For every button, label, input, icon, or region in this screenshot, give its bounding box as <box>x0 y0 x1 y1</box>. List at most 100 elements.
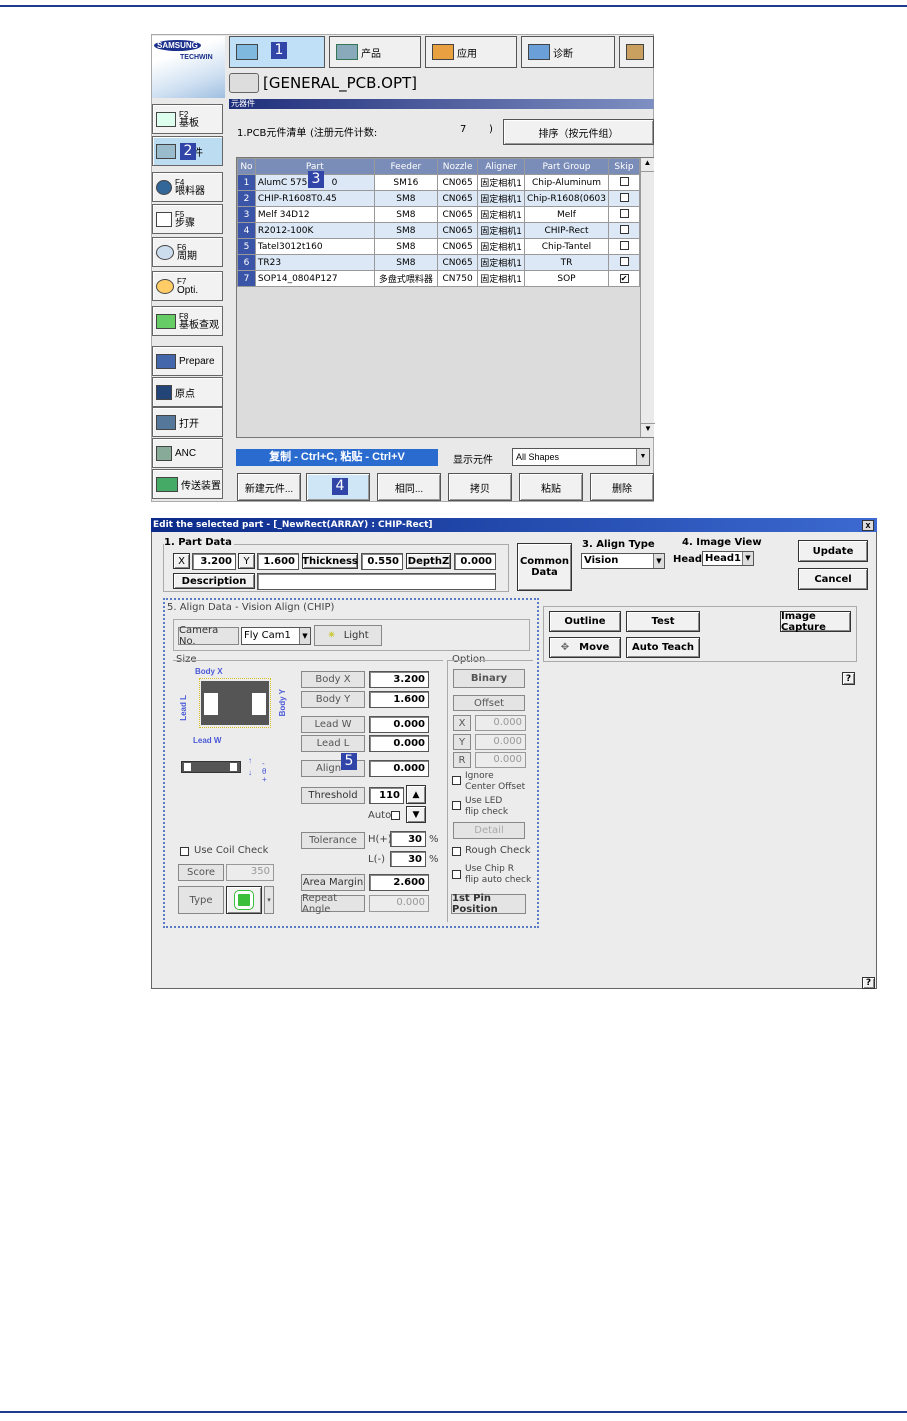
col-feeder[interactable]: Feeder <box>373 158 439 175</box>
scroll-up-icon[interactable]: ▲ <box>641 158 654 172</box>
table-row[interactable]: 2 CHIP-R1608T0.45 SM8 CN065 固定相机1 Chip-R… <box>237 190 640 207</box>
sidebar-item-board-view[interactable]: F8 基板查观 <box>152 306 223 336</box>
x-input[interactable]: 3.200 <box>192 553 236 570</box>
same-button[interactable]: 相同... <box>377 473 441 501</box>
test-button[interactable]: Test <box>626 611 700 632</box>
ignore-center-offset-checkbox[interactable] <box>452 776 461 785</box>
help-icon[interactable]: ? <box>842 672 855 685</box>
head-select[interactable]: Head1 ▼ <box>702 551 754 566</box>
skip-checkbox[interactable] <box>619 208 629 218</box>
skip-checkbox[interactable] <box>619 256 629 266</box>
l-minus-input[interactable]: 30 <box>390 851 426 867</box>
y-input[interactable]: 1.600 <box>257 553 299 570</box>
skip-checkbox[interactable] <box>619 176 629 186</box>
col-aligner[interactable]: Aligner <box>477 158 525 175</box>
align-type-select[interactable]: Vision ▼ <box>581 553 665 569</box>
tab-tools[interactable] <box>619 36 654 68</box>
dropdown-arrow-icon[interactable]: ▼ <box>742 552 753 565</box>
common-data-button[interactable]: Common Data <box>517 543 572 591</box>
col-no[interactable]: No <box>237 158 256 175</box>
type-dropdown-icon[interactable]: ▾ <box>264 886 274 914</box>
image-capture-button[interactable]: Image Capture <box>780 611 851 633</box>
sidebar-item-cycle[interactable]: F6 周期 <box>152 237 223 267</box>
skip-checkbox[interactable] <box>619 240 629 250</box>
row-skip[interactable] <box>608 238 640 255</box>
table-row[interactable]: 3 Melf 34D12 SM8 CN065 固定相机1 Melf <box>237 206 640 223</box>
align-type-label: 3. Align Type <box>582 539 655 550</box>
outline-button[interactable]: Outline <box>549 611 621 632</box>
row-skip[interactable]: ✔ <box>608 270 640 287</box>
table-row[interactable]: 5 Tatel3012t160 SM8 CN065 固定相机1 Chip-Tan… <box>237 238 640 255</box>
cancel-button[interactable]: Cancel <box>798 568 868 590</box>
col-part-group[interactable]: Part Group <box>523 158 610 175</box>
table-row[interactable]: 6 TR23 SM8 CN065 固定相机1 TR <box>237 254 640 271</box>
sidebar-item-open[interactable]: 打开 <box>152 407 223 437</box>
row-skip[interactable] <box>608 254 640 271</box>
first-pin-position-button[interactable]: 1st Pin Position <box>451 893 526 915</box>
lead-w-input[interactable]: 0.000 <box>369 716 429 733</box>
sidebar-item-anc[interactable]: ANC <box>152 438 223 468</box>
dropdown-arrow-icon[interactable]: ▼ <box>299 628 310 644</box>
detail-button[interactable]: Detail <box>453 822 525 839</box>
paste-button[interactable]: 粘贴 <box>519 473 583 501</box>
binary-button[interactable]: Binary <box>453 669 525 688</box>
description-input[interactable] <box>257 573 496 590</box>
tab-application[interactable]: 应用 <box>425 36 517 68</box>
lead-l-input[interactable]: 0.000 <box>369 735 429 752</box>
table-row[interactable]: 1 AlumC 5753_ 0 SM16 CN065 固定相机1 Chip-Alu… <box>237 174 640 191</box>
light-button[interactable]: ✷ Light <box>314 625 382 646</box>
sidebar-item-board[interactable]: F2 基板 <box>152 104 223 134</box>
show-parts-select[interactable]: All Shapes ▼ <box>512 448 650 466</box>
sidebar-item-origin[interactable]: 原点 <box>152 377 223 407</box>
rough-check-checkbox[interactable] <box>452 847 461 856</box>
col-nozzle[interactable]: Nozzle <box>437 158 479 175</box>
skip-checkbox[interactable]: ✔ <box>619 273 629 283</box>
tab-product[interactable]: 产品 <box>329 36 421 68</box>
copy-button[interactable]: 拷贝 <box>448 473 512 501</box>
threshold-input[interactable]: 110 <box>369 787 404 804</box>
camera-select[interactable]: Fly Cam1 ▼ <box>241 627 311 645</box>
sidebar-item-step[interactable]: F5 步骤 <box>152 204 223 234</box>
h-plus-input[interactable]: 30 <box>390 831 426 847</box>
close-icon[interactable]: x <box>862 520 874 531</box>
dropdown-arrow-icon[interactable]: ▼ <box>636 449 649 465</box>
file-button[interactable] <box>229 73 259 93</box>
auto-checkbox[interactable] <box>391 811 400 820</box>
skip-checkbox[interactable] <box>619 224 629 234</box>
col-skip[interactable]: Skip <box>608 158 640 175</box>
type-button[interactable] <box>226 886 262 914</box>
dropdown-arrow-icon[interactable]: ▼ <box>653 554 664 568</box>
thickness-input[interactable]: 0.550 <box>361 553 403 570</box>
sidebar-item-prepare[interactable]: Prepare <box>152 346 223 376</box>
skip-checkbox[interactable] <box>619 192 629 202</box>
table-row[interactable]: 4 R2012-100K SM8 CN065 固定相机1 CHIP-Rect <box>237 222 640 239</box>
table-row[interactable]: 7 SOP14_0804P127 多盘式喂料器 CN750 固定相机1 SOP … <box>237 270 640 287</box>
sidebar-item-opti[interactable]: F7 Opti. <box>152 271 223 301</box>
auto-teach-button[interactable]: Auto Teach <box>626 637 700 658</box>
threshold-down-icon[interactable]: ▼ <box>406 806 426 823</box>
align-input[interactable]: 0.000 <box>369 760 429 777</box>
depthz-input[interactable]: 0.000 <box>454 553 496 570</box>
move-button[interactable]: ✥ Move <box>549 637 621 658</box>
use-chip-r-flip-checkbox[interactable] <box>452 870 461 879</box>
row-skip[interactable] <box>608 206 640 223</box>
help-icon[interactable]: ? <box>862 977 875 989</box>
sidebar-item-feeder[interactable]: F4 喂料器 <box>152 172 223 202</box>
body-x-input[interactable]: 3.200 <box>369 671 429 688</box>
new-part-button[interactable]: 新建元件... <box>237 473 301 501</box>
use-led-flip-checkbox[interactable] <box>452 801 461 810</box>
scroll-down-icon[interactable]: ▼ <box>641 423 655 437</box>
update-button[interactable]: Update <box>798 540 868 562</box>
delete-button[interactable]: 删除 <box>590 473 654 501</box>
sidebar-item-conveyor[interactable]: 传送装置 <box>152 469 223 499</box>
threshold-up-icon[interactable]: ▲ <box>406 785 426 804</box>
table-scrollbar[interactable]: ▲ ▼ <box>640 158 655 437</box>
use-coil-check-checkbox[interactable] <box>180 847 189 856</box>
sort-button[interactable]: 排序（按元件组） <box>503 119 654 145</box>
body-y-input[interactable]: 1.600 <box>369 691 429 708</box>
row-skip[interactable] <box>608 222 640 239</box>
row-skip[interactable] <box>608 174 640 191</box>
tab-diagnosis[interactable]: 诊断 <box>521 36 615 68</box>
row-skip[interactable] <box>608 190 640 207</box>
area-margin-input[interactable]: 2.600 <box>369 874 429 891</box>
